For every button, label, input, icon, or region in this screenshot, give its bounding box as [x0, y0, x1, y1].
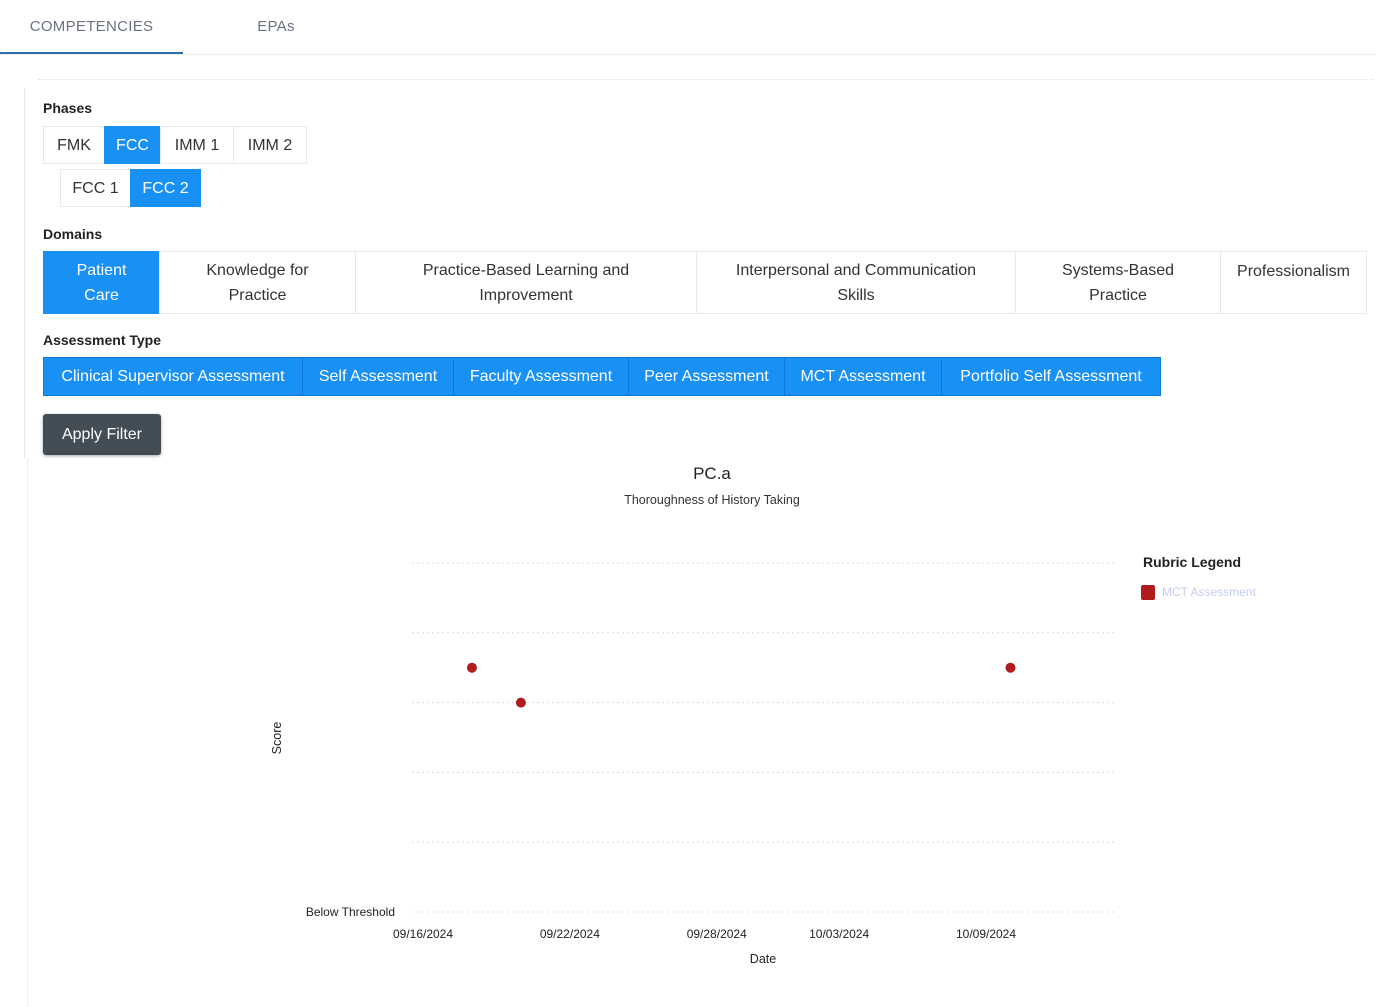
data-point[interactable] [1005, 662, 1016, 673]
filter-panel-border [24, 88, 25, 458]
assessment-type-selector: Clinical Supervisor Assessment Self Asse… [43, 357, 1161, 396]
x-tick-label: 09/22/2024 [540, 927, 600, 941]
domain-patient-care-button[interactable]: Patient Care [43, 251, 160, 314]
x-tick-label: 10/09/2024 [956, 927, 1016, 941]
domain-label: Systems-Based Practice [1061, 261, 1175, 304]
domain-label: Professionalism [1237, 263, 1350, 280]
y-axis-label: Score [270, 722, 284, 755]
legend-title: Rubric Legend [1143, 554, 1241, 570]
tab-epas[interactable]: EPAs [183, 0, 369, 52]
domain-systems-based-button[interactable]: Systems-Based Practice [1015, 251, 1221, 314]
assessment-type-label: Assessment Type [43, 332, 162, 348]
phase-imm2-button[interactable]: IMM 2 [233, 126, 307, 164]
content-border [27, 458, 28, 1007]
y-tick-label: Below Threshold [306, 905, 395, 919]
domains-label: Domains [43, 226, 103, 242]
domain-selector: Patient Care Knowledge for Practice Prac… [43, 251, 1367, 314]
x-axis-label: Date [750, 952, 776, 966]
assessment-faculty-button[interactable]: Faculty Assessment [453, 357, 629, 396]
assessment-self-button[interactable]: Self Assessment [302, 357, 454, 396]
domain-interpersonal-button[interactable]: Interpersonal and Communication Skills [696, 251, 1016, 314]
subphase-fcc2-button[interactable]: FCC 2 [130, 169, 201, 207]
assessment-portfolio-self-button[interactable]: Portfolio Self Assessment [941, 357, 1161, 396]
legend-swatch-mct [1141, 585, 1155, 600]
domain-label: Patient Care [76, 261, 127, 304]
chart-subtitle: Thoroughness of History Taking [624, 493, 800, 507]
phase-imm1-button[interactable]: IMM 1 [160, 126, 234, 164]
y-axis-ticks: Below Threshold [306, 905, 395, 919]
data-point[interactable] [466, 662, 477, 673]
tab-competencies[interactable]: COMPETENCIES [0, 0, 183, 54]
domain-label: Interpersonal and Communication Skills [735, 261, 977, 304]
assessment-peer-button[interactable]: Peer Assessment [628, 357, 785, 396]
domain-practice-based-button[interactable]: Practice-Based Learning and Improvement [355, 251, 697, 314]
domain-knowledge-button[interactable]: Knowledge for Practice [159, 251, 356, 314]
data-point[interactable] [515, 697, 526, 708]
domain-label: Knowledge for Practice [206, 261, 309, 304]
x-tick-label: 10/03/2024 [809, 927, 869, 941]
apply-filter-button[interactable]: Apply Filter [43, 414, 161, 455]
chart-title: PC.a [693, 464, 731, 483]
chart-points [466, 662, 1016, 708]
legend-item-mct[interactable]: MCT Assessment [1162, 585, 1256, 599]
chart-grid [412, 562, 1114, 913]
phase-selector: FMK FCC IMM 1 IMM 2 [43, 126, 307, 164]
phase-fcc-button[interactable]: FCC [104, 126, 161, 164]
tab-bar: COMPETENCIES EPAs [0, 0, 1376, 55]
filter-panel-divider [38, 79, 1374, 80]
x-tick-label: 09/28/2024 [687, 927, 747, 941]
phases-label: Phases [43, 100, 93, 116]
phase-fmk-button[interactable]: FMK [43, 126, 105, 164]
subphase-fcc1-button[interactable]: FCC 1 [60, 169, 131, 207]
subphase-selector: FCC 1 FCC 2 [60, 169, 201, 207]
assessment-mct-button[interactable]: MCT Assessment [784, 357, 942, 396]
domain-label: Practice-Based Learning and Improvement [422, 261, 630, 304]
assessment-clinical-supervisor-button[interactable]: Clinical Supervisor Assessment [43, 357, 303, 396]
domain-professionalism-button[interactable]: Professionalism [1220, 251, 1367, 314]
x-tick-label: 09/16/2024 [393, 927, 453, 941]
x-axis-ticks: 09/16/2024 09/22/2024 09/28/2024 10/03/2024… [393, 927, 1016, 941]
